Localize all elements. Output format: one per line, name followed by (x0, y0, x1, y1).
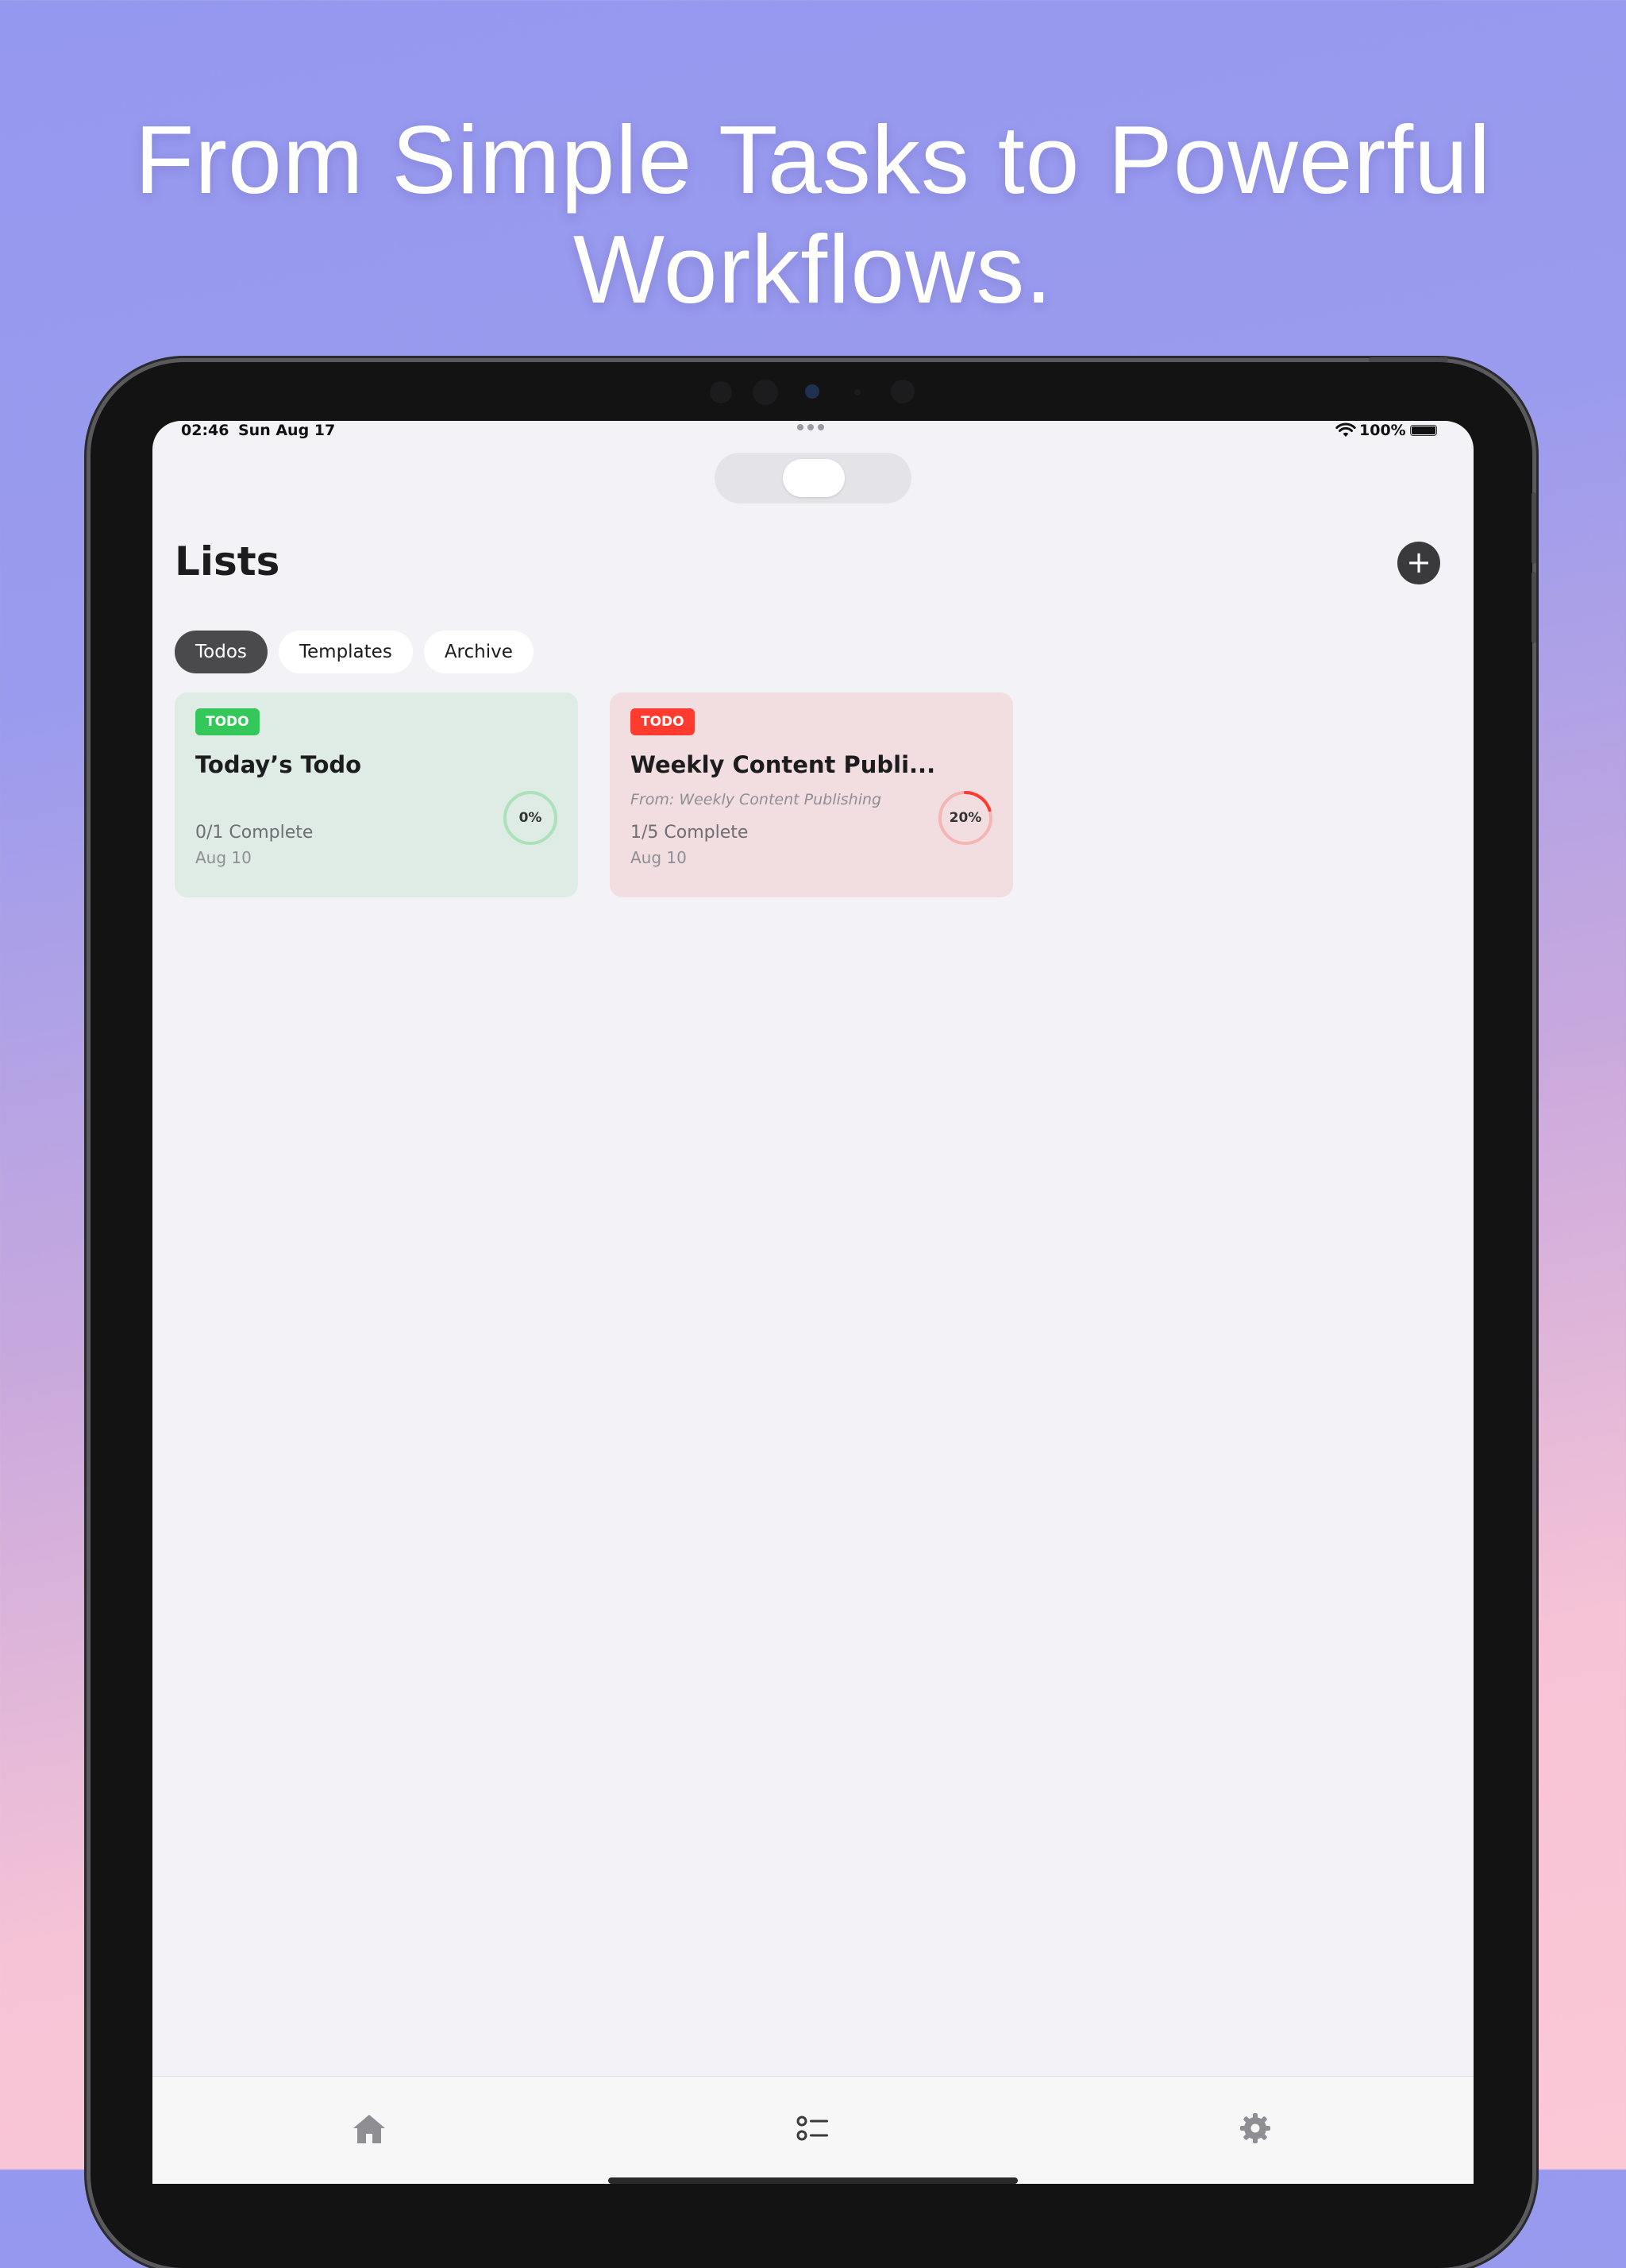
volume-down-button (1532, 572, 1536, 643)
list-card-weekly-content[interactable]: TODO Weekly Content Publi... From: Weekl… (610, 692, 1013, 897)
list-card-todays-todo[interactable]: TODO Today’s Todo 0/1 Complete Aug 10 0% (175, 692, 578, 897)
card-source-template: From: Weekly Content Publishing (630, 791, 882, 808)
top-button (1369, 357, 1448, 362)
card-progress-text: 0/1 Complete (195, 823, 314, 843)
plus-icon: + (1406, 545, 1431, 580)
sensor-dot-2 (753, 380, 778, 405)
headline-line-1: From Simple Tasks to Powerful (134, 106, 1492, 214)
volume-up-button (1532, 492, 1536, 564)
sensor-dot-4 (891, 380, 915, 403)
card-date: Aug 10 (630, 848, 687, 867)
list-filter-tabs: Todos Templates Archive (175, 631, 534, 673)
status-bar: 02:46 Sun Aug 17 100% (152, 421, 1474, 442)
app-screen: 02:46 Sun Aug 17 100% Lists + Todos Temp… (152, 421, 1474, 2184)
view-mode-toggle[interactable] (715, 453, 911, 503)
list-icon[interactable] (793, 2108, 833, 2148)
battery-percent: 100% (1359, 422, 1406, 439)
progress-percent: 20% (949, 810, 982, 826)
status-time: 02:46 (181, 422, 229, 439)
headline-line-2: Workflows. (572, 215, 1054, 323)
tab-archive[interactable]: Archive (423, 631, 534, 673)
toggle-knob[interactable] (783, 459, 845, 497)
add-list-button[interactable]: + (1397, 542, 1440, 584)
card-title: Weekly Content Publi... (630, 751, 936, 778)
tab-todos[interactable]: Todos (175, 631, 268, 673)
sensor-dot-3 (854, 389, 861, 395)
gear-icon[interactable] (1235, 2108, 1275, 2148)
tab-templates[interactable]: Templates (278, 631, 413, 673)
status-date: Sun Aug 17 (238, 422, 336, 439)
card-title: Today’s Todo (195, 751, 362, 778)
status-badge: TODO (195, 708, 260, 735)
multitasking-dots-icon[interactable] (797, 424, 824, 430)
status-badge: TODO (630, 708, 695, 735)
page-title: Lists (175, 538, 280, 584)
headline: From Simple Tasks to Powerful Workflows. (0, 105, 1626, 324)
battery-icon (1410, 425, 1437, 436)
progress-percent: 0% (518, 810, 542, 826)
bottom-tab-bar (152, 2076, 1474, 2184)
wifi-icon (1335, 422, 1356, 437)
home-icon[interactable] (349, 2108, 389, 2148)
sensor-dot-1 (710, 381, 732, 403)
card-progress-text: 1/5 Complete (630, 823, 749, 843)
front-camera (805, 384, 819, 399)
home-indicator (608, 2177, 1018, 2184)
card-date: Aug 10 (195, 848, 252, 867)
